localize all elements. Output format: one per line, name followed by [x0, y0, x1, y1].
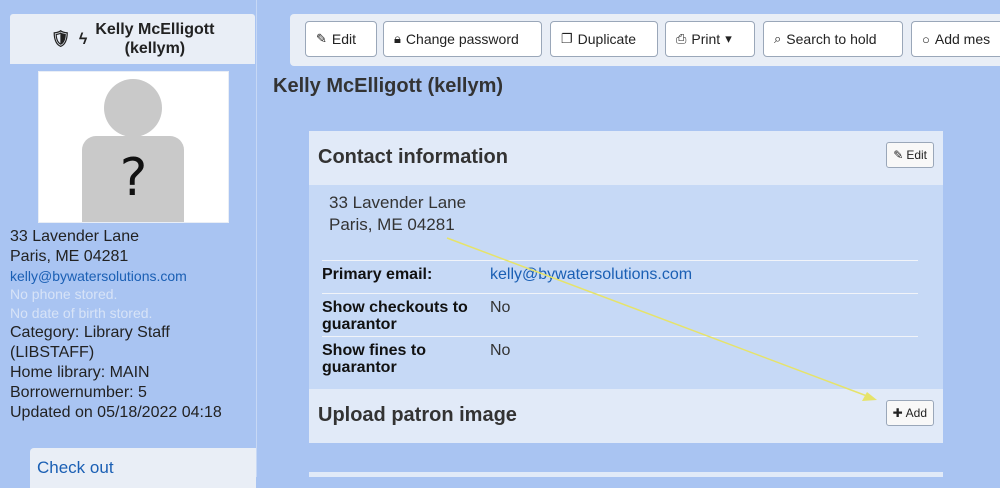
edit-button-label: Edit	[331, 31, 357, 47]
checkout-tab[interactable]: Check out	[30, 448, 256, 488]
patron-email-link[interactable]: kelly@bywatersolutions.com	[10, 267, 255, 285]
plus-icon: ✚	[892, 406, 903, 420]
contact-row-value: No	[490, 299, 511, 316]
patron-category-code: (LIBSTAFF)	[10, 344, 95, 361]
contact-row-value: No	[490, 342, 511, 359]
patron-name: Kelly McElligott	[95, 21, 215, 38]
contact-row-label: Primary email:	[322, 266, 433, 283]
contact-row: Show checkouts to guarantor No	[322, 293, 918, 334]
borrowernumber: Borrowernumber: 5	[10, 384, 147, 401]
pencil-icon: ✎	[893, 148, 904, 162]
contact-panel-header: Contact information ✎ Edit	[309, 131, 943, 185]
add-message-label: Add mes	[934, 31, 991, 47]
patron-userid: (kellym)	[124, 40, 186, 57]
duplicate-icon: ❐	[561, 31, 573, 46]
patron-briefinfo: 33 Lavender Lane Paris, ME 04281 kelly@b…	[10, 227, 255, 423]
caret-down-icon: ▾	[725, 31, 732, 46]
patron-header: 🛡︎ ϟ Kelly McElligott (kellym)	[10, 14, 255, 64]
contact-address: 33 Lavender Lane Paris, ME 04281	[329, 192, 466, 236]
add-image-label: Add	[905, 406, 927, 420]
next-panel	[309, 472, 943, 477]
search-to-hold-button[interactable]: ⌕ Search to hold	[763, 21, 903, 57]
bolt-icon: ϟ	[78, 30, 88, 48]
patron-sidebar: 🛡︎ ϟ Kelly McElligott (kellym) ? 33 Lave…	[0, 0, 257, 488]
upload-heading: Upload patron image	[318, 404, 517, 426]
contact-row-label: Show fines to guarantor	[322, 342, 426, 376]
patron-toolbar: ✎ Edit 🔒︎ Change password ❐ Duplicate ⎙ …	[290, 14, 1000, 66]
print-dropdown-button[interactable]: ⎙ Print ▾	[665, 21, 755, 57]
patron-category: Category: Library Staff	[10, 324, 170, 341]
no-phone-note: No phone stored.	[10, 286, 118, 302]
duplicate-button[interactable]: ❐ Duplicate	[550, 21, 658, 57]
contact-row-label: Show checkouts to guarantor	[322, 299, 468, 333]
updated-on: Updated on 05/18/2022 04:18	[10, 404, 222, 421]
contact-row: Primary email: kelly@bywatersolutions.co…	[322, 260, 918, 293]
add-patron-image-button[interactable]: ✚ Add	[885, 400, 934, 426]
contact-address-line1: 33 Lavender Lane	[329, 193, 467, 212]
address-line1: 33 Lavender Lane	[10, 228, 139, 245]
edit-contact-label: Edit	[906, 148, 927, 162]
upload-panel-header: Upload patron image ✚ Add	[309, 389, 943, 443]
page-title: Kelly McElligott (kellym)	[273, 75, 504, 97]
duplicate-button-label: Duplicate	[577, 31, 637, 47]
edit-button[interactable]: ✎ Edit	[305, 21, 377, 57]
search-to-hold-label: Search to hold	[786, 31, 877, 47]
print-button-label: Print	[691, 31, 721, 47]
printer-icon: ⎙	[676, 31, 687, 46]
edit-contact-button[interactable]: ✎ Edit	[886, 142, 934, 168]
comment-icon: ○	[922, 31, 930, 47]
contact-row: Show fines to guarantor No	[322, 336, 918, 377]
change-password-label: Change password	[405, 31, 519, 47]
search-icon: ⌕	[774, 31, 782, 46]
primary-email-link[interactable]: kelly@bywatersolutions.com	[490, 266, 692, 283]
contact-heading: Contact information	[318, 146, 508, 168]
shield-icon: 🛡︎	[50, 30, 71, 48]
no-dob-note: No date of birth stored.	[10, 305, 153, 321]
address-line2: Paris, ME 04281	[10, 248, 129, 265]
upload-patron-image-panel: Upload patron image ✚ Add	[309, 389, 943, 443]
change-password-button[interactable]: 🔒︎ Change password	[383, 21, 542, 57]
avatar-placeholder-mark: ?	[119, 148, 148, 208]
home-library: Home library: MAIN	[10, 364, 150, 381]
checkout-tab-label[interactable]: Check out	[37, 458, 114, 478]
avatar-head	[104, 79, 162, 137]
contact-information-panel: Contact information ✎ Edit 33 Lavender L…	[309, 131, 943, 389]
contact-address-line2: Paris, ME 04281	[329, 215, 455, 234]
pencil-icon: ✎	[316, 31, 327, 46]
add-message-button[interactable]: ○ Add mes	[911, 21, 1000, 57]
lock-icon: 🔒︎	[394, 31, 401, 46]
patron-photo: ?	[38, 71, 229, 223]
